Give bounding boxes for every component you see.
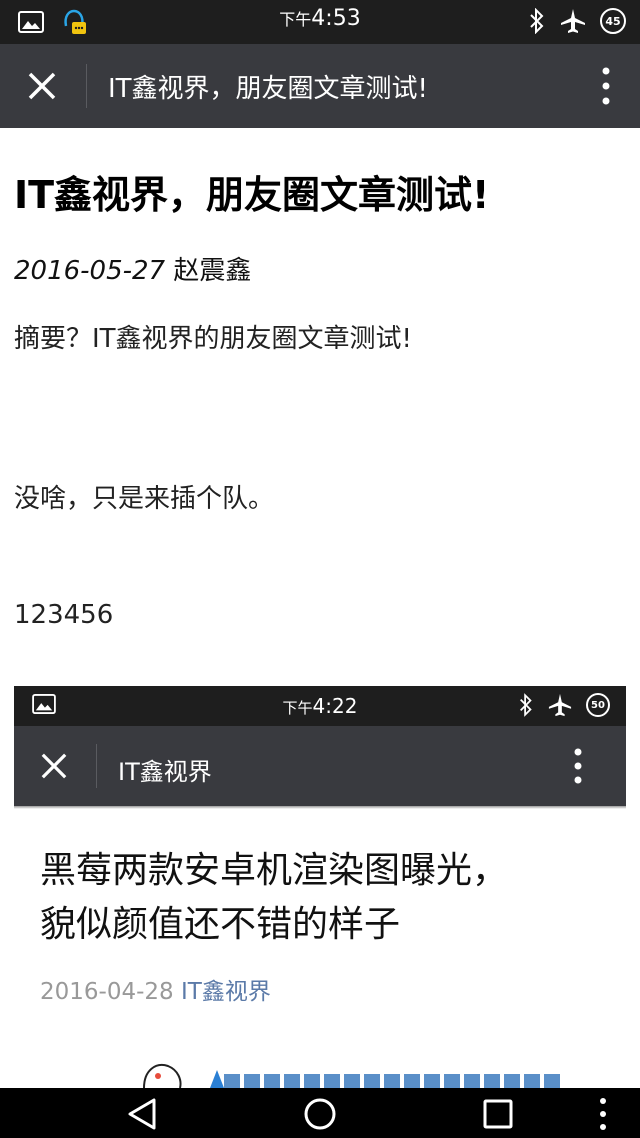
embedded-headline-line: 貌似颜值还不错的样子 — [40, 904, 401, 945]
status-time: 4:53 — [311, 6, 361, 31]
close-icon[interactable] — [22, 66, 62, 106]
action-bar-title: IT鑫视界，朋友圈文章测试! — [108, 74, 428, 104]
home-icon[interactable] — [302, 1096, 338, 1132]
more-vertical-icon[interactable] — [602, 66, 610, 106]
status-bar: 下午4:53 45 — [0, 0, 640, 44]
article-summary: 摘要？IT鑫视界的朋友圈文章测试! — [14, 324, 412, 354]
bluetooth-icon — [520, 693, 532, 717]
article-date: 2016-05-27 — [14, 256, 166, 286]
article-paragraph: 123456 — [14, 600, 114, 630]
airplane-icon — [561, 9, 585, 33]
battery-level: 45 — [605, 14, 621, 28]
bluetooth-icon — [530, 8, 544, 34]
embedded-status-bar: 下午4:22 50 — [14, 686, 626, 726]
embedded-screenshot-image[interactable]: 下午4:22 50 IT鑫视界 黑莓两款安卓机渲染图曝光， 貌似颜值还不错的样子… — [14, 686, 626, 1088]
status-ampm: 下午 — [279, 10, 312, 29]
embedded-date: 2016-04-28 — [40, 979, 174, 1005]
embedded-status-time: 4:22 — [312, 694, 358, 718]
battery-icon: 50 — [586, 693, 610, 717]
mascot-icon — [143, 1064, 182, 1088]
action-bar: IT鑫视界，朋友圈文章测试! — [0, 44, 640, 128]
embedded-banner-text — [224, 1074, 564, 1088]
recents-icon[interactable] — [480, 1096, 516, 1132]
embedded-action-title: IT鑫视界 — [118, 758, 212, 786]
embedded-action-shadow — [14, 806, 626, 809]
pin-icon — [210, 1070, 224, 1088]
embedded-headline-line: 黑莓两款安卓机渲染图曝光， — [40, 850, 509, 891]
embedded-banner — [134, 1056, 574, 1088]
embedded-author: IT鑫视界 — [180, 979, 271, 1005]
embedded-action-divider — [96, 744, 97, 788]
embedded-action-bar: IT鑫视界 — [14, 726, 626, 806]
embedded-status-ampm: 下午 — [282, 699, 313, 717]
close-icon — [41, 753, 67, 779]
action-bar-divider — [86, 64, 87, 108]
article-meta: 2016-05-27 赵震鑫 — [14, 250, 251, 287]
more-vertical-icon[interactable] — [596, 1096, 610, 1132]
navigation-bar — [0, 1088, 640, 1138]
airplane-icon — [548, 693, 572, 717]
article-author[interactable]: 赵震鑫 — [173, 256, 251, 286]
back-icon[interactable] — [124, 1096, 160, 1132]
article-title: IT鑫视界，朋友圈文章测试! — [14, 173, 490, 217]
embedded-battery-level: 50 — [591, 699, 605, 711]
embedded-meta: 2016-04-28 IT鑫视界 — [40, 972, 271, 1006]
more-vertical-icon — [574, 748, 582, 784]
embedded-headline: 黑莓两款安卓机渲染图曝光， 貌似颜值还不错的样子 — [40, 844, 508, 952]
battery-icon: 45 — [600, 8, 626, 34]
article-paragraph: 没啥，只是来插个队。 — [14, 484, 275, 514]
